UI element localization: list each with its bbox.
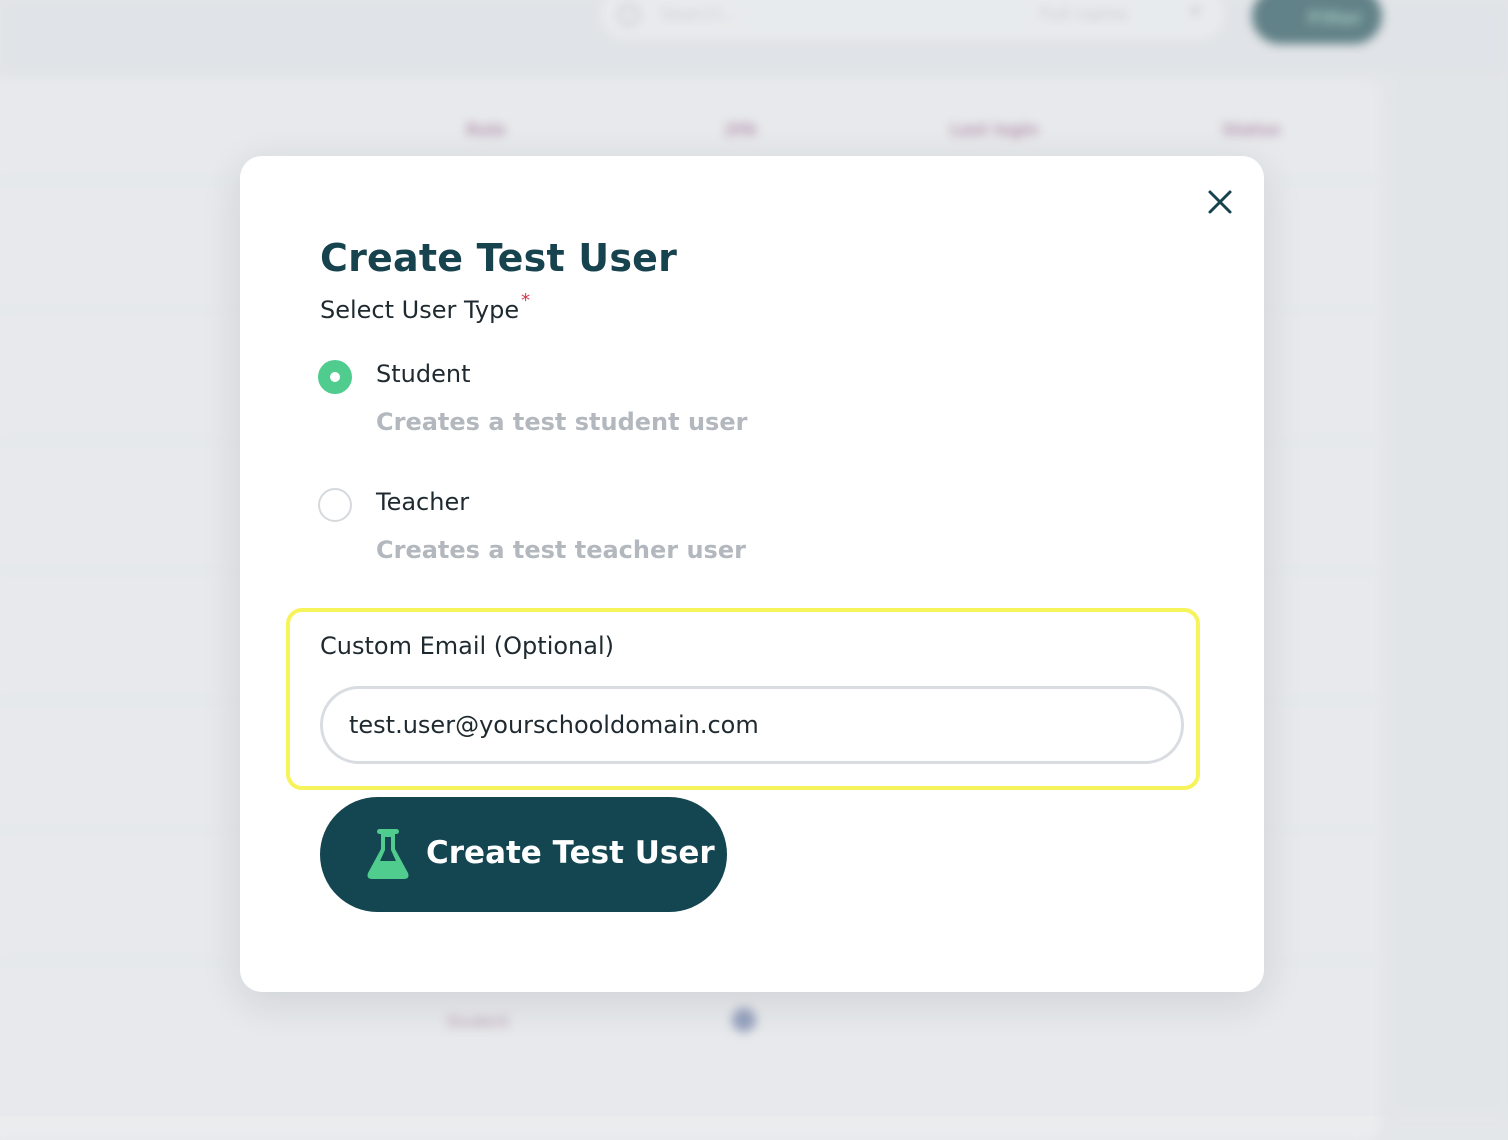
custom-email-label: Custom Email (Optional) xyxy=(320,632,614,660)
close-button[interactable] xyxy=(1202,184,1238,220)
radio-option-teacher[interactable]: Teacher Creates a test teacher user xyxy=(318,486,818,576)
radio-button-student[interactable] xyxy=(318,360,352,394)
radio-label-student: Student xyxy=(376,360,471,388)
radio-option-student[interactable]: Student Creates a test student user xyxy=(318,358,818,448)
radio-button-teacher[interactable] xyxy=(318,488,352,522)
create-test-user-button-label: Create Test User xyxy=(426,835,715,871)
radio-description-student: Creates a test student user xyxy=(376,408,748,436)
user-type-label: Select User Type * xyxy=(320,290,530,324)
flask-icon xyxy=(367,829,409,879)
modal-title: Create Test User xyxy=(320,236,678,280)
user-type-label-text: Select User Type xyxy=(320,296,520,324)
create-test-user-modal: Create Test User Select User Type * Stude… xyxy=(240,156,1264,992)
close-icon xyxy=(1208,190,1232,214)
radio-label-teacher: Teacher xyxy=(376,488,470,516)
radio-description-teacher: Creates a test teacher user xyxy=(376,536,746,564)
required-marker: * xyxy=(521,290,531,311)
create-test-user-button[interactable]: Create Test User xyxy=(320,797,727,912)
custom-email-input[interactable] xyxy=(320,686,1184,764)
